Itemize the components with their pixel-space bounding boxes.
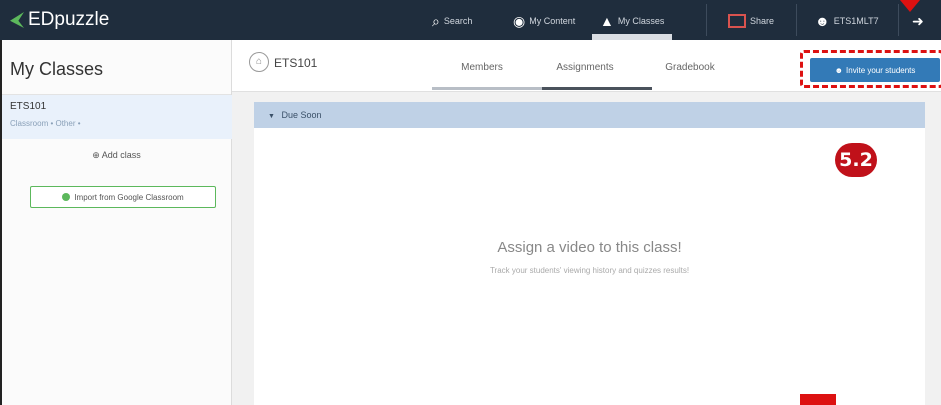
class-avatar-icon: ⌂ <box>249 52 269 72</box>
class-header: ⌂ ETS101 Members Assignments Gradebook ☻… <box>232 40 941 92</box>
logout-button[interactable]: ➜ <box>912 12 924 30</box>
nav-share-label: Share <box>750 16 775 26</box>
nav-my-classes-label: My Classes <box>617 16 665 26</box>
annotation-marker <box>800 394 836 405</box>
tab-members[interactable]: Members <box>452 62 512 73</box>
leaf-icon <box>10 12 24 28</box>
section-label: Due Soon <box>281 110 322 120</box>
add-class-button[interactable]: ⊕ Add class <box>2 150 231 161</box>
tab-underline <box>432 87 542 90</box>
tab-assignments[interactable]: Assignments <box>550 62 620 73</box>
top-navbar: EDpuzzle ⌕ Search ◉ My Content ▲ My Clas… <box>0 0 941 40</box>
import-google-classroom-button[interactable]: Import from Google Classroom <box>30 186 216 208</box>
import-label: Import from Google Classroom <box>74 192 184 202</box>
empty-state-subtitle: Track your students' viewing history and… <box>489 266 690 275</box>
nav-search[interactable]: ⌕ Search <box>432 12 472 30</box>
nav-user-label: ETS1MLT7 <box>833 16 879 26</box>
nav-divider <box>706 4 707 36</box>
search-icon: ⌕ <box>432 12 440 29</box>
step-badge: 5.2 <box>835 143 877 177</box>
classes-sidebar: My Classes ETS101 Classroom • Other • ⊕ … <box>0 40 232 405</box>
play-circle-icon: ◉ <box>513 12 526 29</box>
empty-state-title: Assign a video to this class! <box>497 239 682 256</box>
nav-user-menu[interactable]: ☻ ETS1MLT7 <box>815 12 879 30</box>
add-class-label: Add class <box>101 150 141 160</box>
share-icon <box>728 14 746 28</box>
nav-my-classes[interactable]: ▲ My Classes <box>591 12 673 40</box>
tab-gradebook[interactable]: Gradebook <box>660 62 720 73</box>
logout-icon: ➜ <box>912 12 924 29</box>
graduation-cap-icon: ▲ <box>600 13 614 29</box>
user-icon: ☻ <box>815 13 830 29</box>
plus-circle-icon: ⊕ <box>92 150 100 160</box>
edpuzzle-logo[interactable]: EDpuzzle <box>10 9 109 31</box>
annotation-highlight-box <box>800 50 941 88</box>
nav-divider <box>898 4 899 36</box>
class-item-name: ETS101 <box>10 101 47 112</box>
caret-down-icon: ▼ <box>268 113 275 120</box>
main-area: ▼ Due Soon Assign a video to this class!… <box>232 92 941 405</box>
sidebar-title: My Classes <box>10 59 104 79</box>
nav-search-label: Search <box>443 16 473 26</box>
nav-my-content-label: My Content <box>529 16 576 26</box>
assignments-card: ▼ Due Soon Assign a video to this class!… <box>254 102 925 405</box>
class-title: ETS101 <box>274 56 318 70</box>
google-classroom-icon <box>62 193 71 201</box>
annotation-arrow <box>900 0 920 12</box>
due-soon-section[interactable]: ▼ Due Soon <box>254 102 925 128</box>
class-item-meta: Classroom • Other • <box>10 119 81 128</box>
nav-share[interactable]: Share <box>728 12 774 30</box>
nav-my-content[interactable]: ◉ My Content <box>513 12 575 30</box>
app-name: EDpuzzle <box>28 9 110 30</box>
class-list-item[interactable]: ETS101 Classroom • Other • <box>2 95 232 139</box>
tab-underline-active <box>542 87 652 90</box>
nav-divider <box>796 4 797 36</box>
